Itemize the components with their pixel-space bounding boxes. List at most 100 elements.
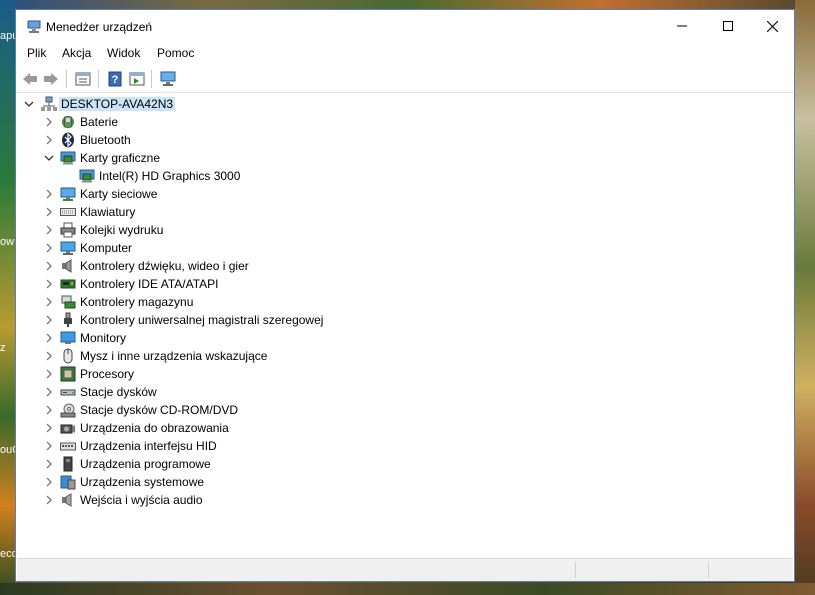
battery-icon [60,114,76,130]
monitor-icon [60,330,76,346]
desktop-icon-label[interactable]: z [0,342,16,354]
tree-category-label: Procesory [80,367,135,381]
chevron-right-icon[interactable] [43,368,55,380]
tree-root-label: DESKTOP-AVA42N3 [59,97,176,111]
desktop-background-left [0,0,16,595]
cd-drive-icon [60,402,76,418]
toolbar: ? [16,66,794,93]
title-bar[interactable]: Menedżer urządzeń [16,10,794,43]
chevron-right-icon[interactable] [43,332,55,344]
tree-category-row[interactable]: Mysz i inne urządzenia wskazujące [17,347,793,365]
chevron-right-icon[interactable] [43,350,55,362]
menu-help[interactable]: Pomoc [155,46,196,60]
tree-category-row[interactable]: Wejścia i wyjścia audio [17,491,793,509]
status-bar-divider [708,562,709,578]
toolbar-separator [98,70,99,88]
tree-category-row[interactable]: Kontrolery IDE ATA/ATAPI [17,275,793,293]
chevron-right-icon[interactable] [43,386,55,398]
desktop-background-bottom [0,583,815,595]
tree-category-label: Kontrolery uniwersalnej magistrali szere… [80,313,324,327]
chevron-right-icon[interactable] [43,134,55,146]
tree-category-row[interactable]: Urządzenia interfejsu HID [17,437,793,455]
tree-category-row[interactable]: Urządzenia do obrazowania [17,419,793,437]
chevron-right-icon[interactable] [43,314,55,326]
desktop-icon-label[interactable]: ow [0,236,16,248]
tree-category-label: Karty sieciowe [80,187,158,201]
back-arrow-icon[interactable] [20,69,40,89]
chevron-right-icon[interactable] [43,116,55,128]
tree-category-label: Stacje dysków CD-ROM/DVD [80,403,239,417]
help-icon[interactable]: ? [105,69,125,89]
usb-icon [60,312,76,328]
tree-category-row[interactable]: Bluetooth [17,131,793,149]
tree-category-row[interactable]: Kontrolery uniwersalnej magistrali szere… [17,311,793,329]
tree-category-row[interactable]: Karty graficzne [17,149,793,167]
tree-category-label: Baterie [80,115,119,129]
tree-category-label: Urządzenia systemowe [80,475,205,489]
tree-category-row[interactable]: Stacje dysków [17,383,793,401]
chevron-down-icon[interactable] [23,98,35,110]
tree-category-row[interactable]: Monitory [17,329,793,347]
tree-category-row[interactable]: Kolejki wydruku [17,221,793,239]
software-device-icon [60,456,76,472]
tree-category-label: Komputer [80,241,133,255]
desktop-icon-label[interactable]: apu [0,30,16,42]
tree-category-row[interactable]: Kontrolery dźwięku, wideo i gier [17,257,793,275]
tree-category-row[interactable]: Kontrolery magazynu [17,293,793,311]
tree-category-row[interactable]: Karty sieciowe [17,185,793,203]
chevron-right-icon[interactable] [43,278,55,290]
chevron-right-icon[interactable] [43,422,55,434]
hid-icon [60,438,76,454]
tree-category-row[interactable]: Stacje dysków CD-ROM/DVD [17,401,793,419]
close-button[interactable] [749,10,795,42]
tree-category-row[interactable]: Klawiatury [17,203,793,221]
chevron-right-icon[interactable] [43,188,55,200]
display-adapter-icon [60,150,76,166]
tree-category-label: Urządzenia interfejsu HID [80,439,217,453]
menu-file[interactable]: Plik [25,46,48,60]
bluetooth-icon [60,132,76,148]
device-tree[interactable]: DESKTOP-AVA42N3 Baterie Bluetooth Karty gr… [17,94,793,557]
chevron-right-icon[interactable] [43,494,55,506]
menu-action[interactable]: Akcja [60,46,93,60]
chevron-right-icon[interactable] [43,206,55,218]
chevron-right-icon[interactable] [43,296,55,308]
display-adapter-icon [79,168,95,184]
maximize-button[interactable] [705,10,751,42]
chevron-right-icon[interactable] [43,458,55,470]
computer-icon [60,240,76,256]
tree-category-label: Kontrolery dźwięku, wideo i gier [80,259,249,273]
chevron-right-icon[interactable] [43,260,55,272]
run-icon[interactable] [127,69,147,89]
chevron-right-icon[interactable] [43,440,55,452]
storage-controller-icon [60,294,76,310]
tree-category-row[interactable]: Procesory [17,365,793,383]
tree-root[interactable]: DESKTOP-AVA42N3 [17,95,793,113]
chevron-right-icon[interactable] [43,404,55,416]
desktop-icon-label[interactable]: ouC [0,444,16,456]
minimize-button[interactable] [659,10,705,42]
chevron-down-icon[interactable] [43,152,55,164]
computer-network-icon [41,96,57,112]
tree-category-row[interactable]: Urządzenia systemowe [17,473,793,491]
menu-view[interactable]: Widok [105,46,142,60]
chevron-right-icon[interactable] [43,476,55,488]
tree-category-row[interactable]: Komputer [17,239,793,257]
menu-bar: Plik Akcja Widok Pomoc [16,43,794,63]
monitor-scan-icon[interactable] [158,69,178,89]
device-manager-app-icon [26,19,42,35]
tree-category-row[interactable]: Urządzenia programowe [17,455,793,473]
chevron-right-icon[interactable] [43,242,55,254]
tree-category-label: Stacje dysków [80,385,157,399]
svg-text:?: ? [112,74,119,86]
tree-category-row[interactable]: Baterie [17,113,793,131]
tree-device-row[interactable]: Intel(R) HD Graphics 3000 [17,167,793,185]
tree-category-label: Kontrolery magazynu [80,295,194,309]
desktop-icon-label[interactable]: ecc [0,548,16,560]
tree-category-label: Klawiatury [80,205,136,219]
tree-device-label: Intel(R) HD Graphics 3000 [99,169,241,183]
properties-icon[interactable] [73,69,93,89]
forward-arrow-icon[interactable] [41,69,61,89]
tree-category-label: Urządzenia do obrazowania [80,421,229,435]
chevron-right-icon[interactable] [43,224,55,236]
